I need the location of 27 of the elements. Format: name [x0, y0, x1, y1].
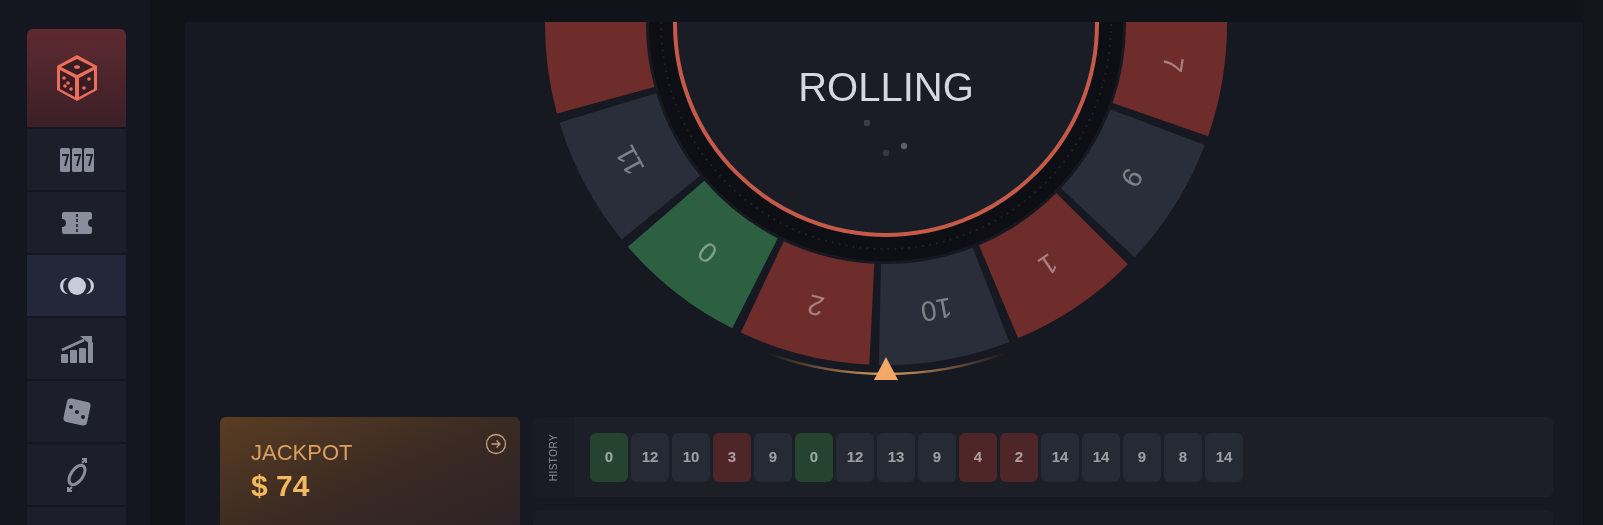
history-result: 3	[713, 432, 751, 482]
history-result: 12	[836, 432, 874, 482]
history-result: 2	[1000, 432, 1038, 482]
history-result: 4	[959, 432, 997, 482]
history-result: 0	[795, 432, 833, 482]
segment-number: 7	[1156, 54, 1190, 75]
segment-number: 0	[691, 235, 724, 270]
history-result: 12	[631, 432, 669, 482]
segment-number: 2	[804, 288, 828, 323]
segment-number: 10	[918, 291, 955, 328]
jackpot-amount: $ 74	[251, 467, 310, 504]
history-result: 10	[672, 432, 710, 482]
segment-number: 9	[1114, 162, 1150, 193]
history-result: 13	[877, 432, 915, 482]
history-result: 0	[590, 432, 628, 482]
history-result: 14	[1205, 432, 1243, 482]
history-label: HISTORY	[547, 433, 561, 481]
history-result: 9	[918, 432, 956, 482]
history-result: 9	[754, 432, 792, 482]
rolling-status: ROLLING	[798, 65, 974, 109]
history-result: 14	[1041, 432, 1079, 482]
jackpot-title: JACKPOT	[251, 439, 353, 467]
history-result: 9	[1123, 432, 1161, 482]
segment-number: 11	[609, 140, 651, 181]
history-result: 8	[1164, 432, 1202, 482]
history-result: 14	[1082, 432, 1120, 482]
segment-number: 1	[1033, 247, 1064, 282]
